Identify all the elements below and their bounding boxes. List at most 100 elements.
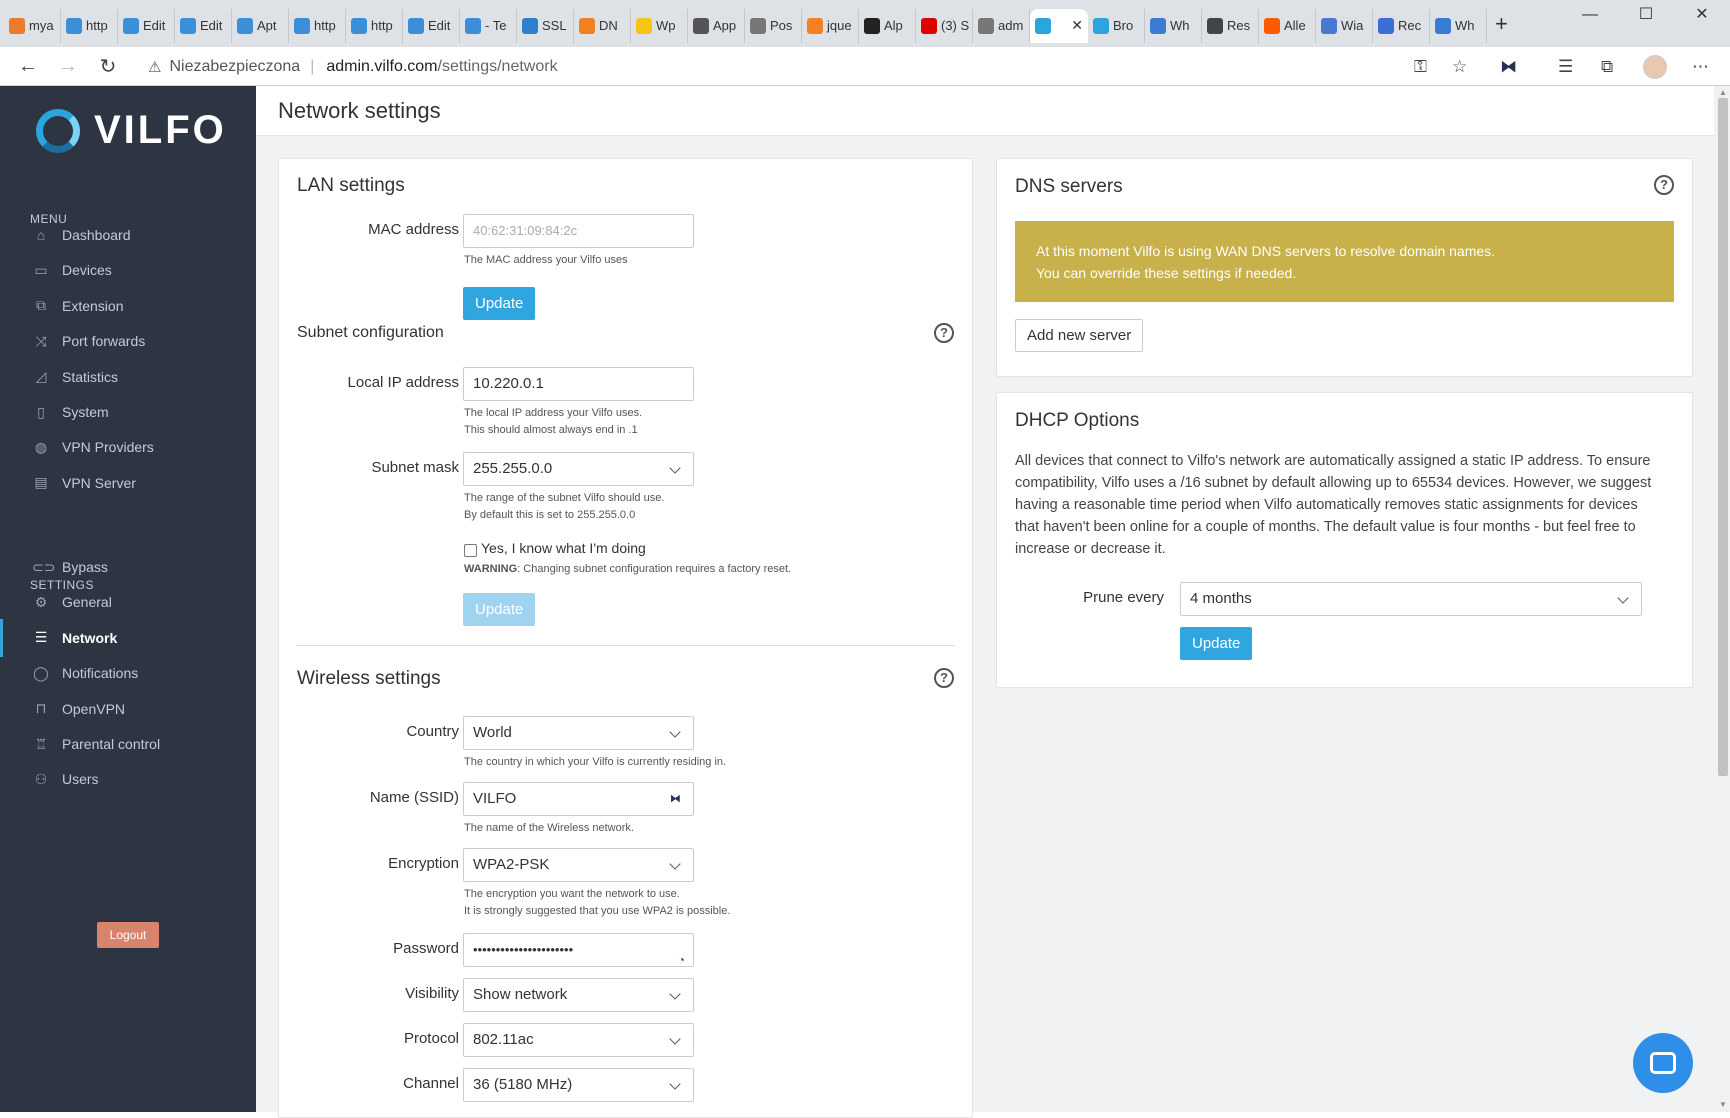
- extension-icon[interactable]: ⧓: [1500, 47, 1517, 86]
- browser-tab-label: mya: [29, 18, 54, 33]
- browser-tab[interactable]: ✕: [1030, 8, 1088, 43]
- url-path: /settings/network: [437, 58, 558, 75]
- profile-avatar[interactable]: [1643, 47, 1667, 86]
- browser-tab-label: Edit: [200, 18, 223, 33]
- subnet-help-icon[interactable]: ?: [934, 323, 954, 343]
- visibility-select[interactable]: Show network: [463, 978, 694, 1012]
- gears-icon: [180, 17, 196, 34]
- browser-tab[interactable]: Alle: [1259, 8, 1316, 43]
- country-select[interactable]: World: [463, 716, 694, 750]
- browser-tab[interactable]: Wh: [1145, 8, 1202, 43]
- dns-servers-card: DNS servers ? At this moment Vilfo is us…: [996, 158, 1693, 377]
- browser-tab[interactable]: Edit: [118, 8, 175, 43]
- back-icon[interactable]: ←: [8, 55, 48, 78]
- browser-tab[interactable]: http: [289, 8, 346, 43]
- close-window-icon[interactable]: ✕: [1674, 0, 1730, 30]
- forward-icon[interactable]: →: [48, 55, 88, 78]
- reload-icon[interactable]: ↻: [88, 54, 128, 79]
- sidebar-item-system[interactable]: ▯ System: [0, 393, 256, 431]
- add-dns-server-button[interactable]: Add new server: [1015, 319, 1144, 352]
- dhcp-update-button[interactable]: Update: [1180, 627, 1253, 660]
- ssid-input[interactable]: VILFO ⧓: [463, 782, 694, 816]
- maximize-icon[interactable]: ☐: [1618, 0, 1674, 30]
- dns-alert-line-1: At this moment Vilfo is using WAN DNS se…: [1036, 242, 1496, 259]
- browser-tab[interactable]: adm: [973, 8, 1030, 43]
- browser-tab[interactable]: Wia: [1316, 8, 1373, 43]
- subnet-update-button[interactable]: Update: [463, 593, 536, 626]
- sidebar-item-notifications[interactable]: ◯ Notifications: [0, 654, 256, 692]
- confirm-checkbox[interactable]: [464, 544, 477, 557]
- sidebar-item-parental-control[interactable]: ♖ Parental control: [0, 725, 256, 763]
- browser-tab[interactable]: Edit: [403, 8, 460, 43]
- scroll-down-icon[interactable]: ▼: [1716, 1100, 1730, 1109]
- prune-every-select[interactable]: 4 months: [1180, 582, 1642, 616]
- logout-button[interactable]: Logout: [97, 922, 159, 948]
- protocol-select[interactable]: 802.11ac: [463, 1023, 694, 1057]
- browser-tab-label: Edit: [143, 18, 166, 33]
- home-icon: ⌂: [36, 227, 46, 243]
- browser-tab[interactable]: - Te: [460, 8, 517, 43]
- trophy-icon: ♖: [34, 735, 48, 752]
- sidebar-item-vpn-server[interactable]: ▤ VPN Server: [0, 464, 256, 502]
- browser-tab[interactable]: App: [688, 8, 745, 43]
- sidebar-item-port-forwards[interactable]: ⤨ Port forwards: [0, 322, 256, 360]
- more-icon[interactable]: ⋯: [1692, 47, 1709, 86]
- sidebar-item-vpn-providers[interactable]: ◍ VPN Providers: [0, 428, 256, 466]
- collections-icon[interactable]: ⧉: [1601, 47, 1613, 86]
- local-ip-input[interactable]: 10.220.0.1: [463, 367, 694, 401]
- reveal-password-icon[interactable]: ◔: [678, 944, 685, 966]
- mac-address-input[interactable]: 40:62:31:09:84:2c: [463, 214, 694, 248]
- wireless-help-icon[interactable]: ?: [934, 668, 954, 688]
- url-field[interactable]: ⚠ Niezabezpieczona | admin.vilfo.com/set…: [148, 52, 1388, 82]
- sidebar-item-general[interactable]: ⚙ General: [0, 583, 256, 621]
- chat-launcher-button[interactable]: [1633, 1033, 1693, 1093]
- browser-tab[interactable]: Pos: [745, 8, 802, 43]
- address-bar: ← → ↻ ⚠ Niezabezpieczona | admin.vilfo.c…: [0, 47, 1730, 86]
- minimize-icon[interactable]: —: [1562, 0, 1618, 30]
- browser-tab[interactable]: Bro: [1088, 8, 1145, 43]
- browser-tab[interactable]: Res: [1202, 8, 1259, 43]
- sidebar-item-network[interactable]: ☰ Network: [0, 618, 256, 657]
- sidebar-item-openvpn[interactable]: ⊓ OpenVPN: [0, 690, 256, 728]
- sidebar-item-statistics[interactable]: ◿ Statistics: [0, 358, 256, 396]
- sidebar-item-dashboard[interactable]: ⌂ Dashboard: [0, 216, 256, 254]
- favorites-icon[interactable]: ☰: [1558, 47, 1573, 86]
- users-icon: ⚇: [34, 770, 48, 787]
- password-input[interactable]: •••••••••••••••••••••• ◔: [463, 933, 694, 967]
- browser-tab[interactable]: Alp: [859, 8, 916, 43]
- browser-tab[interactable]: Wp: [631, 8, 688, 43]
- sidebar-item-devices[interactable]: ▭ Devices: [0, 251, 256, 289]
- sidebar-item-extension[interactable]: ⧉ Extension: [0, 287, 256, 325]
- browser-tab[interactable]: jque: [802, 8, 859, 43]
- mac-update-button[interactable]: Update: [463, 287, 536, 320]
- dns-servers-title: DNS servers: [1015, 176, 1123, 197]
- subnet-mask-hint-2: By default this is set to 255.255.0.0: [464, 509, 636, 521]
- star-icon[interactable]: ☆: [1452, 47, 1467, 86]
- browser-tab[interactable]: mya: [4, 8, 61, 43]
- browser-tab[interactable]: Rec: [1373, 8, 1430, 43]
- subnet-mask-select[interactable]: 255.255.0.0: [463, 452, 694, 486]
- channel-select[interactable]: 36 (5180 MHz): [463, 1068, 694, 1102]
- dns-help-icon[interactable]: ?: [1654, 175, 1674, 195]
- browser-tab[interactable]: Apt: [232, 8, 289, 43]
- key-icon[interactable]: ⚿: [1414, 47, 1427, 86]
- browser-tab[interactable]: http: [61, 8, 118, 43]
- browser-tab[interactable]: http: [346, 8, 403, 43]
- scroll-up-icon[interactable]: ▲: [1716, 88, 1730, 97]
- close-tab-icon[interactable]: ✕: [1071, 17, 1083, 34]
- browser-tab-label: Alle: [1284, 18, 1306, 33]
- sidebar-item-users[interactable]: ⚇ Users: [0, 760, 256, 798]
- browser-tab[interactable]: Edit: [175, 8, 232, 43]
- password-manager-icon[interactable]: ⧓: [670, 793, 684, 805]
- scrollbar-thumb[interactable]: [1718, 98, 1728, 776]
- lightbulb-icon: [636, 17, 652, 34]
- browser-tab-label: Wh: [1455, 18, 1475, 33]
- sidebar-item-bypass[interactable]: ⊂⊃ Bypass: [0, 548, 256, 586]
- new-tab-icon[interactable]: +: [1495, 11, 1508, 37]
- browser-tab[interactable]: SSL: [517, 8, 574, 43]
- sidebar-item-label: VPN Providers: [62, 439, 154, 456]
- browser-tab[interactable]: (3) S: [916, 8, 973, 43]
- encryption-select[interactable]: WPA2-PSK: [463, 848, 694, 882]
- browser-tab[interactable]: Wh: [1430, 8, 1487, 43]
- browser-tab[interactable]: DN: [574, 8, 631, 43]
